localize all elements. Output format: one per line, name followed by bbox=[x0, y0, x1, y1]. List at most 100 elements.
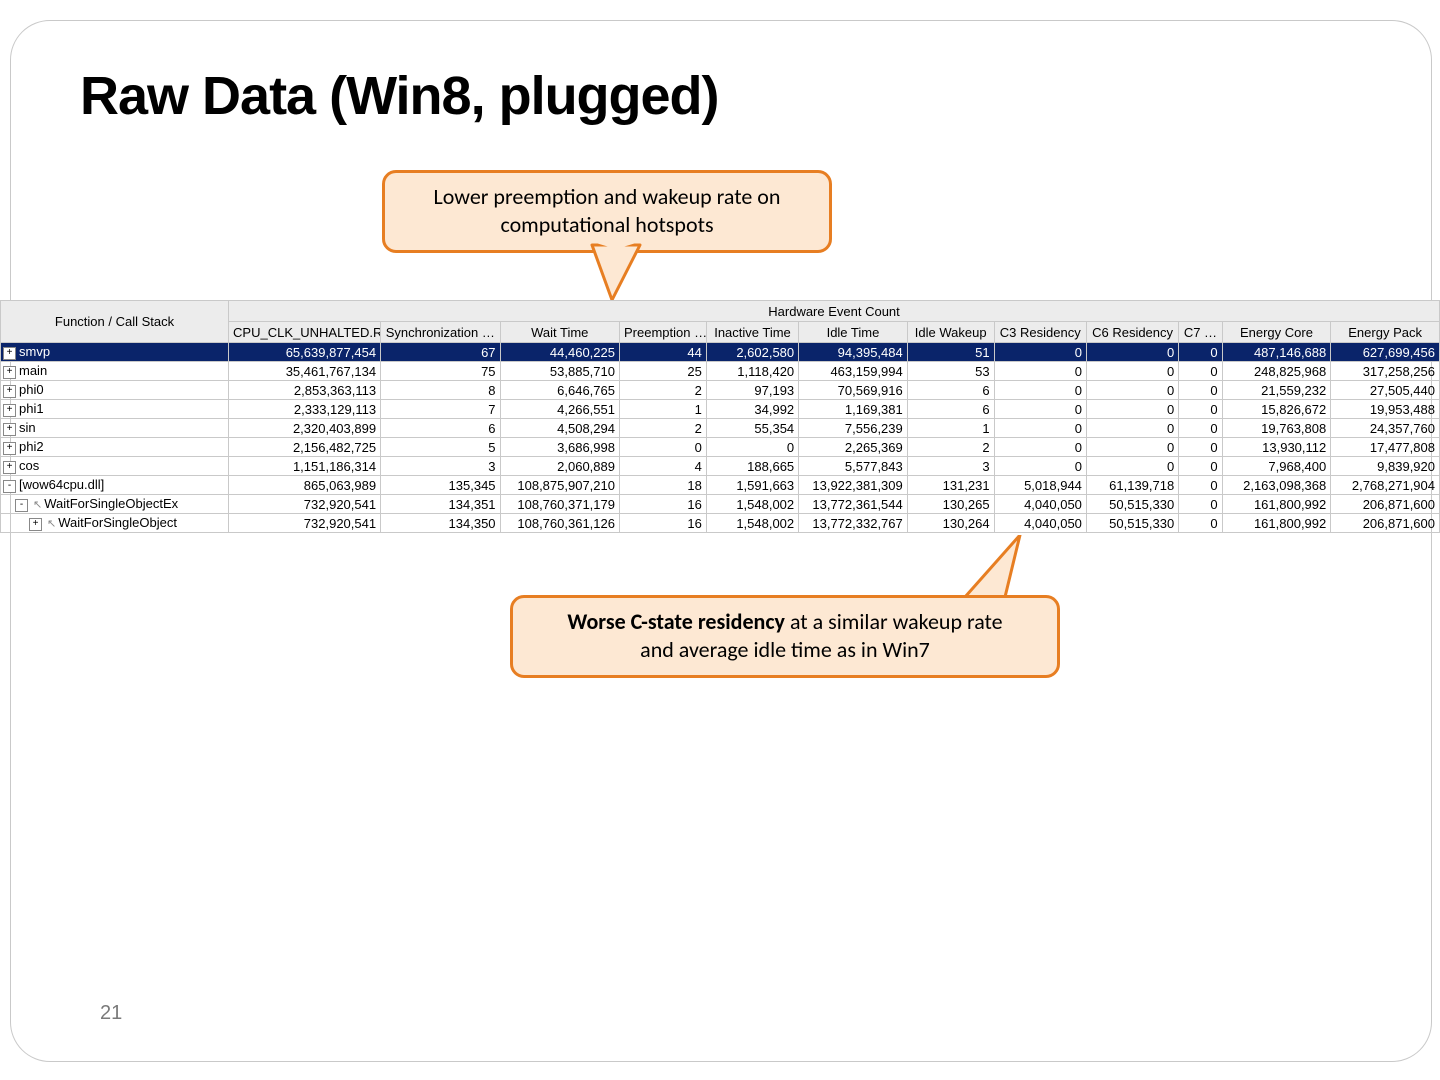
cell: 34,992 bbox=[706, 400, 798, 419]
col-c7[interactable]: C7 … bbox=[1179, 322, 1222, 343]
row-name: main bbox=[19, 363, 47, 378]
cell: 67 bbox=[381, 343, 500, 362]
cell: 732,920,541 bbox=[229, 514, 381, 533]
cell: 2,060,889 bbox=[500, 457, 619, 476]
cell: 4,040,050 bbox=[994, 495, 1086, 514]
cell: 55,354 bbox=[706, 419, 798, 438]
cell: 627,699,456 bbox=[1331, 343, 1440, 362]
table-row[interactable]: +smvp65,639,877,4546744,460,225442,602,5… bbox=[1, 343, 1440, 362]
row-name: phi2 bbox=[19, 439, 44, 454]
row-name-cell[interactable]: +phi2 bbox=[1, 438, 229, 457]
cell: 0 bbox=[1086, 419, 1178, 438]
cell: 130,264 bbox=[907, 514, 994, 533]
row-name-cell[interactable]: +↖WaitForSingleObject bbox=[1, 514, 229, 533]
expand-icon[interactable]: + bbox=[3, 461, 16, 474]
cell: 53,885,710 bbox=[500, 362, 619, 381]
col-wait[interactable]: Wait Time bbox=[500, 322, 619, 343]
cell: 0 bbox=[1179, 438, 1222, 457]
cell: 108,875,907,210 bbox=[500, 476, 619, 495]
page-title: Raw Data (Win8, plugged) bbox=[80, 65, 719, 127]
cell: 2,853,363,113 bbox=[229, 381, 381, 400]
callout-bottom: Worse C-state residency at a similar wak… bbox=[510, 595, 1060, 678]
cell: 206,871,600 bbox=[1331, 495, 1440, 514]
callout-bottom-box: Worse C-state residency at a similar wak… bbox=[510, 595, 1060, 678]
cell: 0 bbox=[1179, 362, 1222, 381]
table-row[interactable]: +phi12,333,129,11374,266,551134,9921,169… bbox=[1, 400, 1440, 419]
row-name-cell[interactable]: -↖WaitForSingleObjectEx bbox=[1, 495, 229, 514]
expand-icon[interactable]: + bbox=[3, 347, 16, 360]
expand-icon[interactable]: + bbox=[3, 366, 16, 379]
row-name-cell[interactable]: -[wow64cpu.dll] bbox=[1, 476, 229, 495]
cell: 2 bbox=[907, 438, 994, 457]
table-row[interactable]: -[wow64cpu.dll]865,063,989135,345108,875… bbox=[1, 476, 1440, 495]
row-name-cell[interactable]: +phi1 bbox=[1, 400, 229, 419]
col-pre[interactable]: Preemption … bbox=[619, 322, 706, 343]
row-name: sin bbox=[19, 420, 36, 435]
cell: 0 bbox=[994, 438, 1086, 457]
expand-icon[interactable]: + bbox=[3, 442, 16, 455]
table-row[interactable]: -↖WaitForSingleObjectEx732,920,541134,35… bbox=[1, 495, 1440, 514]
row-name: smvp bbox=[19, 344, 50, 359]
expand-icon[interactable]: + bbox=[3, 423, 16, 436]
cell: 0 bbox=[1086, 343, 1178, 362]
expand-icon[interactable]: + bbox=[3, 385, 16, 398]
row-name: [wow64cpu.dll] bbox=[19, 477, 104, 492]
cell: 6 bbox=[907, 400, 994, 419]
cell: 9,839,920 bbox=[1331, 457, 1440, 476]
cell: 53 bbox=[907, 362, 994, 381]
col-iwake[interactable]: Idle Wakeup bbox=[907, 322, 994, 343]
col-idle[interactable]: Idle Time bbox=[799, 322, 908, 343]
cell: 1,548,002 bbox=[706, 495, 798, 514]
cell: 75 bbox=[381, 362, 500, 381]
expand-icon[interactable]: + bbox=[3, 404, 16, 417]
collapse-icon[interactable]: - bbox=[3, 480, 16, 493]
col-c3[interactable]: C3 Residency bbox=[994, 322, 1086, 343]
col-epack[interactable]: Energy Pack bbox=[1331, 322, 1440, 343]
row-name-cell[interactable]: +cos bbox=[1, 457, 229, 476]
cell: 8 bbox=[381, 381, 500, 400]
table-row[interactable]: +sin2,320,403,89964,508,294255,3547,556,… bbox=[1, 419, 1440, 438]
cell: 248,825,968 bbox=[1222, 362, 1331, 381]
cell: 4,508,294 bbox=[500, 419, 619, 438]
table-row[interactable]: +phi22,156,482,72553,686,998002,265,3692… bbox=[1, 438, 1440, 457]
row-name-cell[interactable]: +sin bbox=[1, 419, 229, 438]
cell: 2,156,482,725 bbox=[229, 438, 381, 457]
cell: 0 bbox=[1179, 400, 1222, 419]
col-sync[interactable]: Synchronization … bbox=[381, 322, 500, 343]
cell: 7,556,239 bbox=[799, 419, 908, 438]
row-name-cell[interactable]: +smvp bbox=[1, 343, 229, 362]
cell: 0 bbox=[1086, 362, 1178, 381]
cell: 50,515,330 bbox=[1086, 495, 1178, 514]
cell: 1 bbox=[619, 400, 706, 419]
row-name-cell[interactable]: +main bbox=[1, 362, 229, 381]
cell: 15,826,672 bbox=[1222, 400, 1331, 419]
callout-top: Lower preemption and wakeup rate on comp… bbox=[382, 170, 832, 253]
table-row[interactable]: +phi02,853,363,11386,646,765297,19370,56… bbox=[1, 381, 1440, 400]
cell: 13,930,112 bbox=[1222, 438, 1331, 457]
expand-icon[interactable]: + bbox=[29, 518, 42, 531]
col-function[interactable]: Function / Call Stack bbox=[1, 301, 229, 343]
cell: 4 bbox=[619, 457, 706, 476]
cell: 3 bbox=[907, 457, 994, 476]
col-cpu[interactable]: CPU_CLK_UNHALTED.REF … bbox=[229, 322, 381, 343]
table-row[interactable]: +main35,461,767,1347553,885,710251,118,4… bbox=[1, 362, 1440, 381]
col-inact[interactable]: Inactive Time bbox=[706, 322, 798, 343]
col-group-hw[interactable]: Hardware Event Count bbox=[229, 301, 1440, 322]
cell: 44 bbox=[619, 343, 706, 362]
col-ecore[interactable]: Energy Core bbox=[1222, 322, 1331, 343]
cell: 51 bbox=[907, 343, 994, 362]
table-row[interactable]: +cos1,151,186,31432,060,8894188,6655,577… bbox=[1, 457, 1440, 476]
cell: 0 bbox=[994, 400, 1086, 419]
collapse-icon[interactable]: - bbox=[15, 499, 28, 512]
row-name: WaitForSingleObjectEx bbox=[44, 496, 178, 511]
cell: 61,139,718 bbox=[1086, 476, 1178, 495]
row-name: phi0 bbox=[19, 382, 44, 397]
row-name-cell[interactable]: +phi0 bbox=[1, 381, 229, 400]
cell: 0 bbox=[1179, 476, 1222, 495]
cell: 17,477,808 bbox=[1331, 438, 1440, 457]
cell: 13,772,332,767 bbox=[799, 514, 908, 533]
cell: 24,357,760 bbox=[1331, 419, 1440, 438]
table-row[interactable]: +↖WaitForSingleObject732,920,541134,3501… bbox=[1, 514, 1440, 533]
col-c6[interactable]: C6 Residency bbox=[1086, 322, 1178, 343]
callout-bottom-strong: Worse C-state residency bbox=[567, 608, 785, 635]
